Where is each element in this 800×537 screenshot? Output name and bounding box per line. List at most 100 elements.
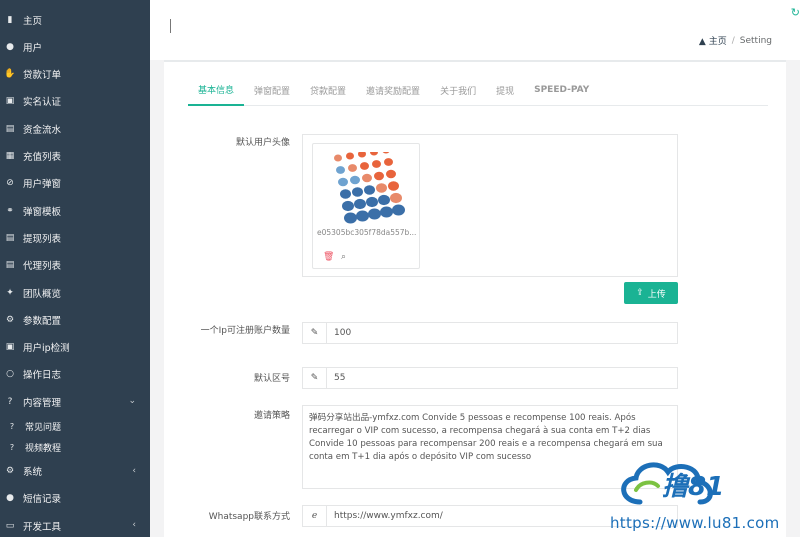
ip-limit-field[interactable]: ✎ 100 xyxy=(302,322,678,344)
avatar-dot xyxy=(338,177,348,187)
sidebar-item-5[interactable]: ▦ 充值列表 xyxy=(0,143,150,170)
money-icon: ▤ xyxy=(5,123,15,134)
upload-icon: ⇪ xyxy=(636,288,644,298)
upload-label: 上传 xyxy=(647,289,666,300)
refresh-icon[interactable]: ↻ xyxy=(791,6,800,19)
avatar-image xyxy=(334,152,405,224)
avatar-dot xyxy=(346,152,354,160)
avatar-dot xyxy=(386,169,396,179)
sidebar-item-19[interactable]: ▭ 开发工具 ‹ xyxy=(0,512,150,537)
avatar-dot xyxy=(344,212,357,224)
sidebar-item-label: 团队概览 xyxy=(23,288,62,300)
avatar-dot xyxy=(334,154,342,162)
avatar-dot xyxy=(352,187,363,197)
pencil-icon: ✎ xyxy=(303,368,327,388)
avatar-dot xyxy=(370,152,378,156)
sidebar-item-4[interactable]: ▤ 资金流水 xyxy=(0,115,150,142)
sidebar-item-2[interactable]: ✋ 贷款订单 xyxy=(0,61,150,88)
breadcrumb: ▲ 主页 / Setting xyxy=(699,34,772,48)
question-circle-icon: ? xyxy=(7,396,13,407)
users-icon: ✦ xyxy=(6,287,14,298)
tab-basic-info[interactable]: 基本信息 xyxy=(188,74,245,106)
sidebar-item-label: 用户ip检测 xyxy=(23,343,70,355)
tab-bar: 基本信息 弹窗配置 贷款配置 邀请奖励配置 关于我们 提现 SPEED-PAY xyxy=(188,74,768,106)
avatar-dot xyxy=(374,171,384,181)
question-icon: ? xyxy=(9,422,15,431)
avatar-dot xyxy=(358,152,366,158)
avatar-dot xyxy=(340,189,351,199)
whatsapp-label: Whatsapp联系方式 xyxy=(208,512,290,522)
sidebar-item-14[interactable]: ? 内容管理 ⌄ xyxy=(0,388,150,415)
avatar-dot xyxy=(350,175,360,185)
keyboard-icon: ▭ xyxy=(5,520,15,531)
avatar-dot xyxy=(336,166,345,174)
list-icon: ▦ xyxy=(5,151,15,161)
avatar-dot xyxy=(392,204,405,216)
avatar-dot xyxy=(354,198,366,210)
question-icon: ? xyxy=(9,443,15,452)
tab-popup-config[interactable]: 弹窗配置 xyxy=(244,74,300,106)
upload-button[interactable]: ⇪ 上传 xyxy=(624,282,678,304)
sidebar-item-9[interactable]: ▤ 代理列表 xyxy=(0,252,150,279)
sidebar-item-label: 常见问题 xyxy=(25,423,62,433)
area-code-field[interactable]: ✎ 55 xyxy=(302,367,678,389)
id-badge-icon: ▣ xyxy=(5,342,15,353)
sidebar-item-10[interactable]: ✦ 团队概览 xyxy=(0,279,150,306)
sidebar-item-8[interactable]: ▤ 提现列表 xyxy=(0,224,150,251)
sidebar-item-18[interactable]: ● 短信记录 xyxy=(0,485,150,512)
sidebar-item-label: 视频教程 xyxy=(25,444,62,454)
list-alt-icon: ▤ xyxy=(5,232,15,243)
sidebar-item-label: 短信记录 xyxy=(23,494,62,506)
sidebar-item-13[interactable]: ○ 操作日志 xyxy=(0,361,150,388)
sidebar: ▮ 主页 ● 用户 ✋ 贷款订单 ▣ 实名认证 ▤ 资金流水 ▦ 充值列表 ⊘ 用户弹窗 ⚭ 弹窗模板 ▤ 提现列… xyxy=(0,0,150,537)
watermark-url: https://www.lu81.com xyxy=(610,514,780,532)
sidebar-item-label: 代理列表 xyxy=(23,261,62,273)
area-code-value: 55 xyxy=(334,373,346,383)
sidebar-item-label: 内容管理 xyxy=(23,397,62,409)
tab-about-us[interactable]: 关于我们 xyxy=(430,74,486,106)
sidebar-item-17[interactable]: ⚙ 系统 ‹ xyxy=(0,458,150,485)
cogs-icon: ⚙ xyxy=(5,314,15,325)
sidebar-item-12[interactable]: ▣ 用户ip检测 xyxy=(0,334,150,361)
pencil-icon: ✎ xyxy=(303,323,327,343)
bar-chart-icon: ▮ xyxy=(7,14,13,25)
sidebar-item-0[interactable]: ▮ 主页 xyxy=(0,6,150,33)
avatar-dot xyxy=(360,162,369,170)
ban-icon: ⊘ xyxy=(6,178,14,189)
top-bar: ↻ ▲ 主页 / Setting xyxy=(150,0,800,60)
sidebar-item-label: 资金流水 xyxy=(23,124,62,136)
tab-loan-config[interactable]: 贷款配置 xyxy=(300,74,356,106)
avatar-thumbnail: e05305bc305f78da557b... 🗑 ⌕ xyxy=(312,143,420,269)
breadcrumb-current: Setting xyxy=(739,35,772,46)
sidebar-item-3[interactable]: ▣ 实名认证 xyxy=(0,88,150,115)
sidebar-item-11[interactable]: ⚙ 参数配置 xyxy=(0,306,150,333)
avatar-dot xyxy=(380,206,393,218)
id-card-icon: ▣ xyxy=(5,96,15,107)
delete-icon[interactable]: 🗑 xyxy=(323,252,334,262)
breadcrumb-separator: / xyxy=(731,35,735,46)
chevron-left-icon: ‹ xyxy=(132,465,136,476)
sidebar-item-16[interactable]: ? 视频教程 xyxy=(0,437,150,459)
sidebar-item-7[interactable]: ⚭ 弹窗模板 xyxy=(0,197,150,224)
avatar-dot xyxy=(376,183,387,193)
sidebar-item-15[interactable]: ? 常见问题 xyxy=(0,416,150,438)
sidebar-item-label: 系统 xyxy=(23,467,43,478)
breadcrumb-home[interactable]: ▲ 主页 xyxy=(699,34,727,47)
avatar-dot xyxy=(388,181,399,191)
area-code-label: 默认区号 xyxy=(253,374,290,384)
avatar-dot xyxy=(342,200,354,212)
sidebar-item-label: 用户 xyxy=(23,42,43,54)
sidebar-item-label: 参数配置 xyxy=(23,315,62,327)
sidebar-item-1[interactable]: ● 用户 xyxy=(0,33,150,60)
sidebar-item-6[interactable]: ⊘ 用户弹窗 xyxy=(0,170,150,197)
sidebar-item-label: 充值列表 xyxy=(23,152,62,163)
watermark-logo-text: 撸81 xyxy=(662,472,725,502)
zoom-icon[interactable]: ⌕ xyxy=(341,252,346,262)
handshake-icon: ✋ xyxy=(4,69,16,80)
tab-invite-reward-config[interactable]: 邀请奖励配置 xyxy=(356,74,430,106)
watermark: 撸81 https://www.lu81.com xyxy=(600,452,800,537)
ip-limit-value: 100 xyxy=(334,328,352,338)
tab-withdraw[interactable]: 提现 xyxy=(486,74,524,106)
avatar-dot xyxy=(384,158,393,166)
tab-speed-pay[interactable]: SPEED-PAY xyxy=(524,74,599,106)
